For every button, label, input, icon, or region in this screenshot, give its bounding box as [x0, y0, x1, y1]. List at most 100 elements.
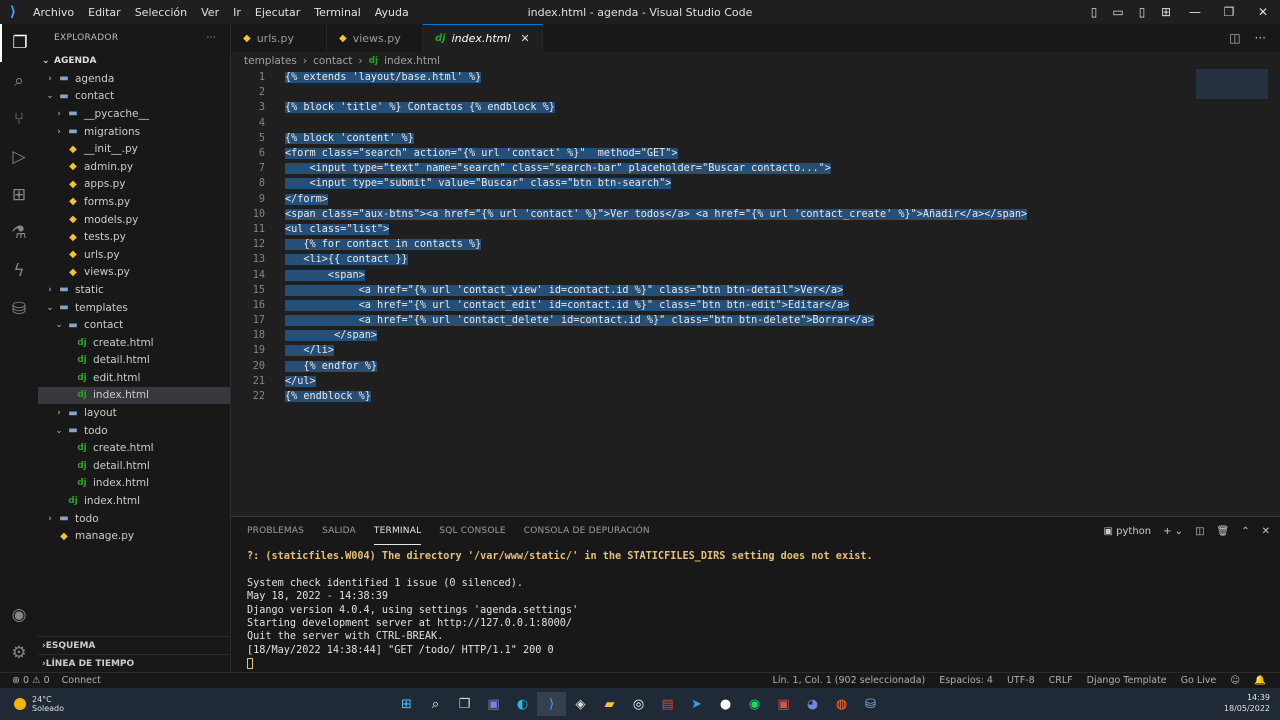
run-debug-icon[interactable]: ▷	[0, 138, 38, 176]
maximize-panel-icon[interactable]: ⌃	[1241, 526, 1249, 537]
breadcrumb-item[interactable]: templates	[244, 55, 297, 67]
folder-item[interactable]: › ▬ layout	[38, 404, 230, 422]
file-item[interactable]: dj detail.html	[38, 457, 230, 475]
file-item[interactable]: ◆ admin.py	[38, 158, 230, 176]
system-clock[interactable]: 14:39 18/05/2022	[1224, 692, 1270, 714]
menu-item-ver[interactable]: Ver	[194, 6, 226, 19]
explorer-icon[interactable]: ❐	[0, 24, 38, 62]
status-left-item[interactable]: Connect	[62, 675, 101, 686]
source-control-icon[interactable]: ⑂	[0, 100, 38, 138]
breadcrumb-item[interactable]: contact	[313, 55, 352, 67]
file-item[interactable]: dj create.html	[38, 334, 230, 352]
folder-item[interactable]: › ▬ agenda	[38, 70, 230, 88]
more-actions-icon[interactable]: ···	[207, 33, 216, 43]
file-item[interactable]: dj index.html	[38, 475, 230, 493]
panel-tab-problemas[interactable]: PROBLEMAS	[247, 517, 304, 545]
status-right-item[interactable]: Espacios: 4	[939, 675, 993, 686]
menu-item-ir[interactable]: Ir	[226, 6, 248, 19]
file-item[interactable]: dj index.html	[38, 386, 230, 405]
search-icon[interactable]: ⌕	[0, 62, 38, 100]
minimize-button[interactable]: —	[1178, 5, 1212, 19]
file-explorer-icon[interactable]: ▰	[595, 692, 624, 716]
file-item[interactable]: dj edit.html	[38, 369, 230, 387]
workspace-root[interactable]: ⌄ AGENDA	[38, 52, 230, 70]
code-editor[interactable]: 1 {% extends 'layout/base.html' %} 2 3 {% bl…	[231, 70, 1280, 404]
file-item[interactable]: dj create.html	[38, 439, 230, 457]
menu-item-ayuda[interactable]: Ayuda	[368, 6, 416, 19]
folder-item[interactable]: ⌄ ▬ contact	[38, 88, 230, 106]
terminal-shell-selector[interactable]: ▣ python	[1104, 526, 1152, 537]
new-terminal-icon[interactable]: + ⌄	[1163, 526, 1183, 537]
toggle-sidebar-icon[interactable]: ▯	[1082, 5, 1106, 19]
search-icon[interactable]: ⌕	[421, 692, 450, 716]
obs-icon[interactable]: ●	[711, 692, 740, 716]
panel-tab-terminal[interactable]: TERMINAL	[373, 517, 422, 545]
folder-item[interactable]: › ▬ __pycache__	[38, 105, 230, 123]
split-editor-icon[interactable]: ◫	[1229, 31, 1240, 45]
folder-item[interactable]: ⌄ ▬ templates	[38, 299, 230, 317]
github-icon[interactable]: ◎	[624, 692, 653, 716]
chat-icon[interactable]: ▣	[479, 692, 508, 716]
filezilla-icon[interactable]: ▤	[653, 692, 682, 716]
tab-index-html[interactable]: dj index.html ✕	[423, 24, 543, 52]
breadcrumb-item[interactable]: index.html	[384, 55, 440, 67]
discord-icon[interactable]: ◕	[798, 692, 827, 716]
minimap[interactable]	[1196, 69, 1268, 99]
file-item[interactable]: ◆ __init__.py	[38, 140, 230, 158]
app-icon[interactable]: ◈	[566, 692, 595, 716]
close-tab-icon[interactable]: ✕	[520, 32, 529, 45]
file-item[interactable]: ◆ apps.py	[38, 176, 230, 194]
app-red-icon[interactable]: ▣	[769, 692, 798, 716]
weather-widget[interactable]: 24°C Soleado	[0, 695, 64, 713]
customize-layout-icon[interactable]: ⊞	[1154, 5, 1178, 19]
file-item[interactable]: ◆ forms.py	[38, 193, 230, 211]
telegram-icon[interactable]: ➤	[682, 692, 711, 716]
menu-item-archivo[interactable]: Archivo	[26, 6, 81, 19]
folder-item[interactable]: › ▬ migrations	[38, 123, 230, 141]
status-right-item[interactable]: UTF-8	[1007, 675, 1035, 686]
toggle-secondary-sidebar-icon[interactable]: ▯	[1130, 5, 1154, 19]
vscode-icon[interactable]: ⟩	[537, 692, 566, 716]
more-actions-icon[interactable]: ···	[1255, 31, 1266, 45]
kill-terminal-icon[interactable]: 🗑	[1217, 526, 1230, 537]
file-item[interactable]: ◆ manage.py	[38, 527, 230, 545]
sidebar-section-0[interactable]: › ESQUEMA	[38, 636, 231, 654]
windows-start-icon[interactable]: ⊞	[392, 692, 421, 716]
testing-icon[interactable]: ⚗	[0, 214, 38, 252]
status-right-item[interactable]: Lín. 1, Col. 1 (902 seleccionada)	[773, 675, 926, 686]
file-item[interactable]: ◆ models.py	[38, 211, 230, 229]
file-item[interactable]: dj index.html	[38, 492, 230, 510]
firefox-icon[interactable]: ◍	[827, 692, 856, 716]
split-terminal-icon[interactable]: ◫	[1195, 526, 1204, 537]
database-icon[interactable]: ⛁	[0, 290, 38, 328]
toggle-panel-icon[interactable]: ▭	[1106, 5, 1130, 19]
feedback-icon[interactable]: ☺	[1230, 675, 1240, 686]
close-panel-icon[interactable]: ✕	[1262, 526, 1270, 537]
close-window-button[interactable]: ✕	[1246, 5, 1280, 19]
folder-item[interactable]: ⌄ ▬ contact	[38, 316, 230, 334]
file-item[interactable]: ◆ tests.py	[38, 228, 230, 246]
tab-views-py[interactable]: ◆ views.py	[327, 24, 423, 52]
account-icon[interactable]: ◉	[0, 596, 38, 634]
tab-urls-py[interactable]: ◆ urls.py	[231, 24, 327, 52]
menu-item-selección[interactable]: Selección	[128, 6, 194, 19]
whatsapp-icon[interactable]: ◉	[740, 692, 769, 716]
panel-tab-salida[interactable]: SALIDA	[322, 517, 356, 545]
notifications-bell-icon[interactable]: 🔔	[1254, 675, 1266, 686]
folder-item[interactable]: › ▬ static	[38, 281, 230, 299]
folder-item[interactable]: › ▬ todo	[38, 510, 230, 528]
file-item[interactable]: ◆ views.py	[38, 264, 230, 282]
status-left-item[interactable]: ⊗ 0 ⚠ 0	[12, 675, 50, 686]
menu-item-terminal[interactable]: Terminal	[307, 6, 368, 19]
edge-icon[interactable]: ◐	[508, 692, 537, 716]
file-item[interactable]: ◆ urls.py	[38, 246, 230, 264]
menu-item-editar[interactable]: Editar	[81, 6, 128, 19]
terminal-output[interactable]: ?: (staticfiles.W004) The directory '/va…	[231, 545, 1280, 678]
restore-button[interactable]: ❐	[1212, 5, 1246, 19]
status-right-item[interactable]: Django Template	[1087, 675, 1167, 686]
thunder-icon[interactable]: ϟ	[0, 252, 38, 290]
pgadmin-icon[interactable]: ⛁	[856, 692, 885, 716]
status-right-item[interactable]: CRLF	[1049, 675, 1073, 686]
settings-gear-icon[interactable]: ⚙	[0, 634, 38, 672]
panel-tab-sql-console[interactable]: SQL CONSOLE	[439, 517, 505, 545]
